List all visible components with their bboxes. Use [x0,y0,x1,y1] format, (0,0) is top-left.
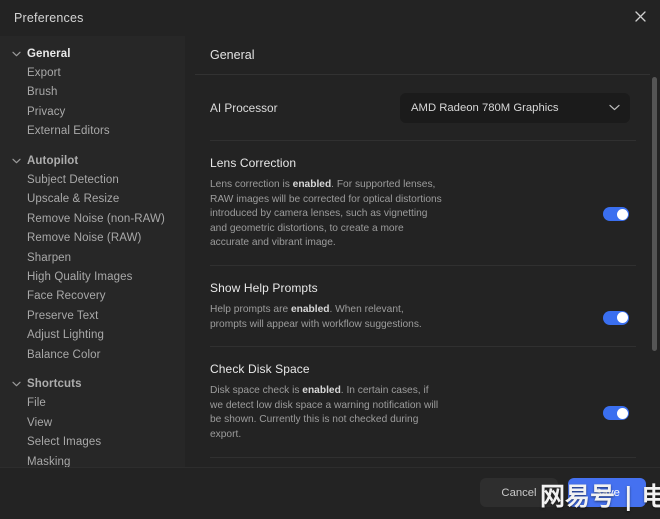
sidebar-item-file[interactable]: File [0,394,185,413]
sidebar-group-autopilot[interactable]: Autopilot [0,151,185,170]
chevron-down-icon [10,48,22,60]
footer-bar: Cancel Save [0,467,660,519]
window-body: General Export Brush Privacy External Ed… [0,36,660,467]
check-disk-space-toggle[interactable] [603,406,629,421]
toggle-cell [443,207,636,222]
desc-emphasis: enabled [292,179,332,190]
toggle-cell [443,310,636,325]
sidebar-group-label: Shortcuts [27,377,82,390]
title-bar: Preferences [0,0,660,36]
toggle-knob [616,312,628,324]
sidebar-item-external-editors[interactable]: External Editors [0,122,185,141]
sidebar-item-view[interactable]: View [0,413,185,432]
section-title: Check Disk Space [210,362,310,377]
close-icon[interactable] [628,4,652,28]
chevron-down-icon [10,378,22,390]
sidebar: General Export Brush Privacy External Ed… [0,36,185,467]
sidebar-item-sharpen[interactable]: Sharpen [0,248,185,267]
setting-show-help-prompts: Show Help Prompts Help prompts are enabl… [185,266,650,346]
scrollbar-thumb[interactable] [652,77,657,351]
toggle-cell [443,406,636,421]
desc-emphasis: enabled [290,303,330,315]
vertical-scrollbar[interactable] [652,75,657,466]
sidebar-group-shortcuts[interactable]: Shortcuts [0,374,185,393]
sidebar-item-remove-noise-raw[interactable]: Remove Noise (RAW) [0,229,185,248]
sidebar-item-brush[interactable]: Brush [0,83,185,102]
sidebar-group-label: Autopilot [27,154,79,167]
desc-pre: Disk space check is [210,385,303,397]
settings-list: AI Processor AMD Radeon 780M Graphics Le… [185,75,660,466]
show-help-prompts-toggle[interactable] [603,310,629,325]
section-body: Lens correction is enabled. For supporte… [210,170,636,265]
section-description: Help prompts are enabled. When relevant,… [210,303,443,332]
cancel-button[interactable]: Cancel [480,478,558,507]
settings-scroll-area[interactable]: AI Processor AMD Radeon 780M Graphics Le… [185,75,660,466]
save-button[interactable]: Save [568,478,646,507]
sidebar-item-subject-detection[interactable]: Subject Detection [0,170,185,189]
section-description: Lens correction is enabled. For supporte… [210,178,443,251]
setting-lens-correction: Lens Correction Lens correction is enabl… [185,141,650,265]
sidebar-item-remove-noise-nonraw[interactable]: Remove Noise (non-RAW) [0,209,185,228]
desc-pre: Lens correction is [210,179,293,190]
desc-pre: Help prompts are [210,303,291,315]
sidebar-item-export[interactable]: Export [0,63,185,82]
setting-check-disk-space: Check Disk Space Disk space check is ena… [185,347,650,456]
ai-processor-select[interactable]: AMD Radeon 780M Graphics [400,92,630,123]
content-panel: General AI Processor AMD Radeon 780M Gra… [185,36,660,467]
sidebar-group-label: General [27,47,71,60]
desc-emphasis: enabled [302,385,341,397]
sidebar-item-masking[interactable]: Masking [0,452,185,468]
chevron-down-icon [609,104,620,111]
preferences-window: Preferences General Export Brush Privacy… [0,0,660,519]
sidebar-item-privacy[interactable]: Privacy [0,102,185,121]
sidebar-item-upscale-resize[interactable]: Upscale & Resize [0,190,185,209]
section-description: Disk space check is enabled. In certain … [210,384,443,442]
sidebar-item-adjust-lighting[interactable]: Adjust Lighting [0,325,185,344]
sidebar-item-balance-color[interactable]: Balance Color [0,345,185,364]
footer-buttons: Cancel Save [480,478,646,507]
section-title-clipped: Enable Automatic Model Downloads [185,458,650,466]
sidebar-item-face-recovery[interactable]: Face Recovery [0,287,185,306]
section-title: Lens Correction [210,156,297,170]
sidebar-item-select-images[interactable]: Select Images [0,432,185,451]
sidebar-item-preserve-text[interactable]: Preserve Text [0,306,185,325]
sidebar-group-general[interactable]: General [0,44,185,63]
section-body: Help prompts are enabled. When relevant,… [210,295,636,346]
ai-processor-label: AI Processor [210,100,278,115]
chevron-down-icon [10,155,22,167]
window-title: Preferences [14,11,84,25]
sidebar-item-high-quality-images[interactable]: High Quality Images [0,267,185,286]
toggle-knob [616,208,628,220]
page-title: General [210,48,255,62]
setting-ai-processor: AI Processor AMD Radeon 780M Graphics [185,75,650,140]
ai-processor-selected-value: AMD Radeon 780M Graphics [411,101,559,114]
section-body: Disk space check is enabled. In certain … [210,376,636,456]
toggle-knob [616,407,628,419]
section-title: Show Help Prompts [210,280,318,295]
lens-correction-toggle[interactable] [603,207,629,222]
